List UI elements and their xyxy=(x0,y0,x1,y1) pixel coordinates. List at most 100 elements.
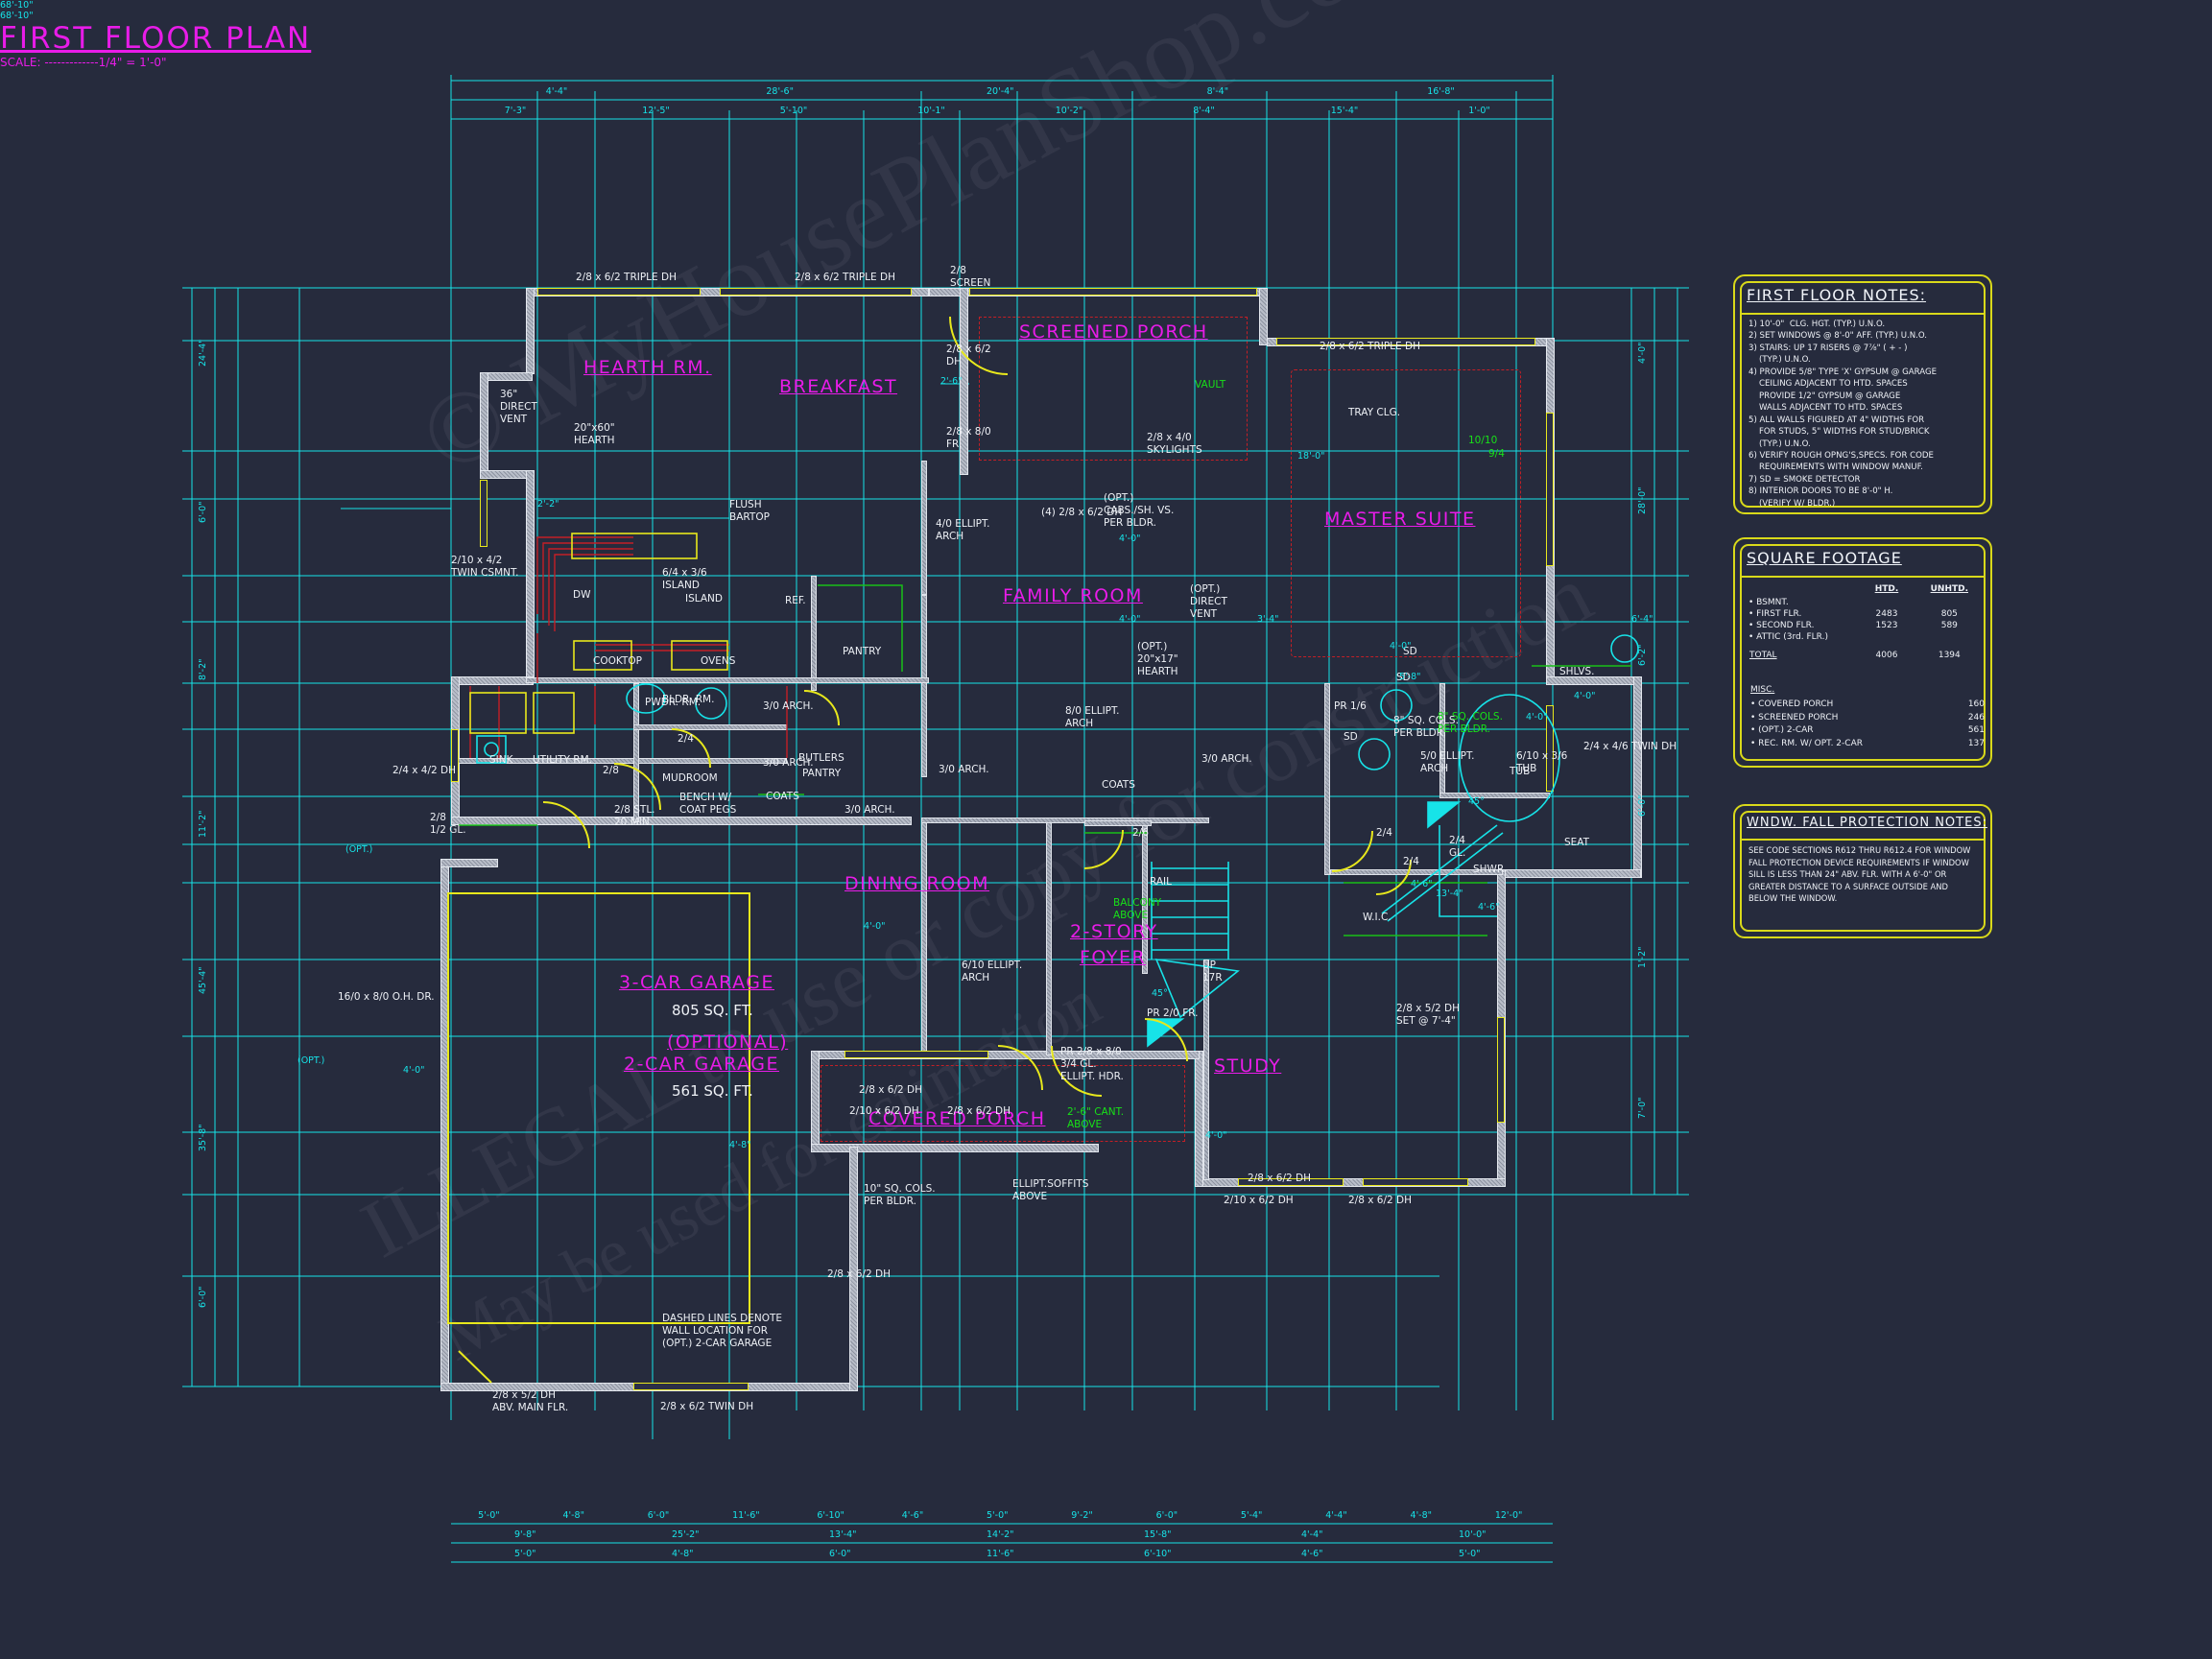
green-annotation-1: BALCONY ABOVE xyxy=(1113,897,1162,922)
bottom-dim-c-0: 5'-0" xyxy=(514,1549,536,1559)
sf-misc-value-1: 246 xyxy=(1967,712,1985,723)
sf-total-cell-0: TOTAL xyxy=(1749,651,1777,660)
window-fall-protection-header: WNDW. FALL PROTECTION NOTES: xyxy=(1747,816,1987,830)
room-label-3-car-garage: 3-CAR GARAGE xyxy=(619,972,774,993)
interior-dim-8: 6'-4" xyxy=(1631,614,1653,625)
annotation-20: 20"x60" HEARTH xyxy=(574,422,615,447)
annotation-43: 2/10 x 6/2 DH xyxy=(849,1105,919,1117)
right-dim-2: 6'-2" xyxy=(1637,644,1648,666)
sf-misc-label-1: • SCREENED PORCH xyxy=(1750,712,1839,723)
room-label-optional: (OPTIONAL) xyxy=(667,1031,789,1053)
sf-misc-label-3: • REC. RM. W/ OPT. 2-CAR xyxy=(1750,738,1863,748)
fixture-label-mudroom: MUDROOM xyxy=(662,772,718,784)
room-label-master-suite: MASTER SUITE xyxy=(1324,509,1476,530)
left-dim-4: 45'-4" xyxy=(198,966,208,995)
bottom-dim-a-6: 5'-0" xyxy=(987,1510,1009,1521)
fixture-label-shwr: SHWR. xyxy=(1473,864,1508,875)
sf-total-cell-2: 1394 xyxy=(1938,651,1961,660)
green-annotation-2: 2'-6" CANT. ABOVE xyxy=(1067,1106,1125,1131)
annotation-38: 2/8 x 5/2 DH SET @ 7'-4" xyxy=(1396,1003,1461,1028)
bottom-dim-a-12: 12'-0" xyxy=(1494,1510,1523,1521)
left-dim-1: 6'-0" xyxy=(198,501,208,524)
bottom-dim-a-3: 11'-6" xyxy=(732,1510,760,1521)
bottom-dim-b-1: 25'-2" xyxy=(672,1529,700,1540)
annotation-47: 6/10 ELLIPT. ARCH xyxy=(962,960,1023,984)
annotation-57: SD xyxy=(1344,731,1358,743)
bottom-dim-a-7: 9'-2" xyxy=(1071,1510,1093,1521)
top-dim-a-0: 4'-4" xyxy=(545,86,568,97)
top-dim-b-2: 5'-10" xyxy=(779,106,808,116)
top-dim-a-3: 8'-4" xyxy=(1206,86,1229,97)
room-area-text-0: 805 SQ. FT. xyxy=(672,1002,753,1019)
green-annotation-5: 8" SQ. COLS. PER BLDR. xyxy=(1438,711,1503,736)
annotation-39: 2/8 x 6/2 DH xyxy=(1248,1173,1312,1184)
right-dim-4: 1'-2" xyxy=(1637,946,1648,968)
sf-cell-1-1: 2483 xyxy=(1875,609,1898,619)
top-dim-b-4: 10'-2" xyxy=(1055,106,1083,116)
fixture-label-cooktop: COOKTOP xyxy=(593,655,642,667)
bottom-dim-b-3: 14'-2" xyxy=(987,1529,1014,1540)
top-dim-a-1: 28'-6" xyxy=(766,86,794,97)
fixture-label-coats: COATS xyxy=(1102,779,1135,791)
top-dim-a-4: 16'-8" xyxy=(1427,86,1455,97)
bottom-dim-b-4: 15'-8" xyxy=(1144,1529,1172,1540)
annotation-19: 36" DIRECT VENT xyxy=(500,389,537,426)
right-dim-1: 28'-0" xyxy=(1637,486,1648,515)
first-floor-notes-body: 1) 10'-0" CLG. HGT. (TYP.) U.N.O. 2) SET… xyxy=(1748,320,1938,509)
interior-dim-2: 18'-0" xyxy=(1297,451,1325,462)
sf-row: • SECOND FLR. 1523 589 xyxy=(1748,620,1981,631)
top-dim-a-2: 20'-4" xyxy=(987,86,1014,97)
annotation-17: 3/0 ARCH. xyxy=(844,804,895,816)
annotation-21: 6/4 x 3/6 ISLAND xyxy=(662,567,707,592)
green-annotation-0: VAULT xyxy=(1195,379,1226,391)
left-dim-0: 24'-4" xyxy=(198,339,208,367)
annotation-16: 3/0 ARCH. xyxy=(763,757,814,769)
window-fall-protection-box: WNDW. FALL PROTECTION NOTES: SEE CODE SE… xyxy=(1733,804,1992,938)
room-label-2-car-garage: 2-CAR GARAGE xyxy=(624,1054,779,1075)
fixture-label-shlvs: SHLVS. xyxy=(1559,666,1595,677)
annotation-15: 3/0 ARCH. xyxy=(763,700,814,712)
annotation-24: 2/8 STL. 20 MIN. xyxy=(614,804,655,829)
annotation-40: 2/10 x 6/2 DH xyxy=(1224,1195,1294,1206)
interior-dim-16: 4'-0" xyxy=(403,1065,425,1076)
annotation-11: 4/0 ELLIPT. ARCH xyxy=(936,518,990,543)
annotation-14: 3/0 ARCH. xyxy=(939,764,989,775)
room-label-family-room: FAMILY ROOM xyxy=(1003,585,1143,606)
annotation-4: 2/8 x 6/2 DH xyxy=(946,344,991,368)
green-annotation-3: 10/10 xyxy=(1468,435,1498,446)
bottom-dim-a-11: 4'-8" xyxy=(1410,1510,1433,1521)
left-dim-5: 35'-8" xyxy=(198,1124,208,1151)
left-dim-2: 8'-2" xyxy=(198,658,208,680)
annotation-53: 2/8 x 6/2 DH xyxy=(827,1268,892,1280)
fixture-label-island: ISLAND xyxy=(685,593,723,604)
sf-cell-0-1 xyxy=(1855,597,1917,608)
sf-misc-row: • COVERED PORCH 160 xyxy=(1750,699,1985,712)
interior-dim-11: 4'-6" xyxy=(1411,879,1433,889)
right-dim-5: 7'-0" xyxy=(1637,1097,1648,1120)
sf-cell-2-0: • SECOND FLR. xyxy=(1748,621,1815,630)
fixture-label-up-17r: UP 17R xyxy=(1202,960,1223,984)
sf-cell-0-2 xyxy=(1918,597,1981,608)
annotation-29: 2/6 xyxy=(1132,827,1149,839)
annotation-54: 16/0 x 8/0 O.H. DR. xyxy=(338,991,435,1003)
annotation-36: 6/10 x 3/6 TUB xyxy=(1516,750,1568,775)
annotation-41: 2/8 x 6/2 DH xyxy=(1348,1195,1413,1206)
interior-dim-10: 4'-0" xyxy=(1526,712,1548,723)
room-label-2-story: 2-STORY xyxy=(1070,921,1158,942)
fixture-label-ref: REF. xyxy=(785,595,806,606)
interior-dim-17: (OPT.) xyxy=(297,1055,325,1066)
annotation-10: (OPT.) 20"x17" HEARTH xyxy=(1137,641,1178,678)
sf-total-cell-1: 4006 xyxy=(1875,651,1898,660)
sf-col-header-1: HTD. xyxy=(1874,584,1899,594)
sf-col-header-2: UNHTD. xyxy=(1930,584,1969,594)
first-floor-notes-header: FIRST FLOOR NOTES: xyxy=(1747,286,1926,304)
annotation-23: BENCH W/ COAT PEGS xyxy=(679,792,737,817)
bottom-dim-c-6: 5'-0" xyxy=(1459,1549,1481,1559)
annotation-45: PR 2/0 FR. xyxy=(1147,1007,1199,1019)
square-footage-misc: MISC. • COVERED PORCH 160 • SCREENED PORCH 2… xyxy=(1750,685,1985,750)
fixture-label-pantry: PANTRY xyxy=(843,646,882,657)
annotation-27: 2/8 xyxy=(603,765,619,776)
interior-dim-7: 5'-8" xyxy=(1399,672,1421,682)
annotation-13: 3/0 ARCH. xyxy=(1201,753,1252,765)
bottom-dim-c-1: 4'-8" xyxy=(672,1549,694,1559)
